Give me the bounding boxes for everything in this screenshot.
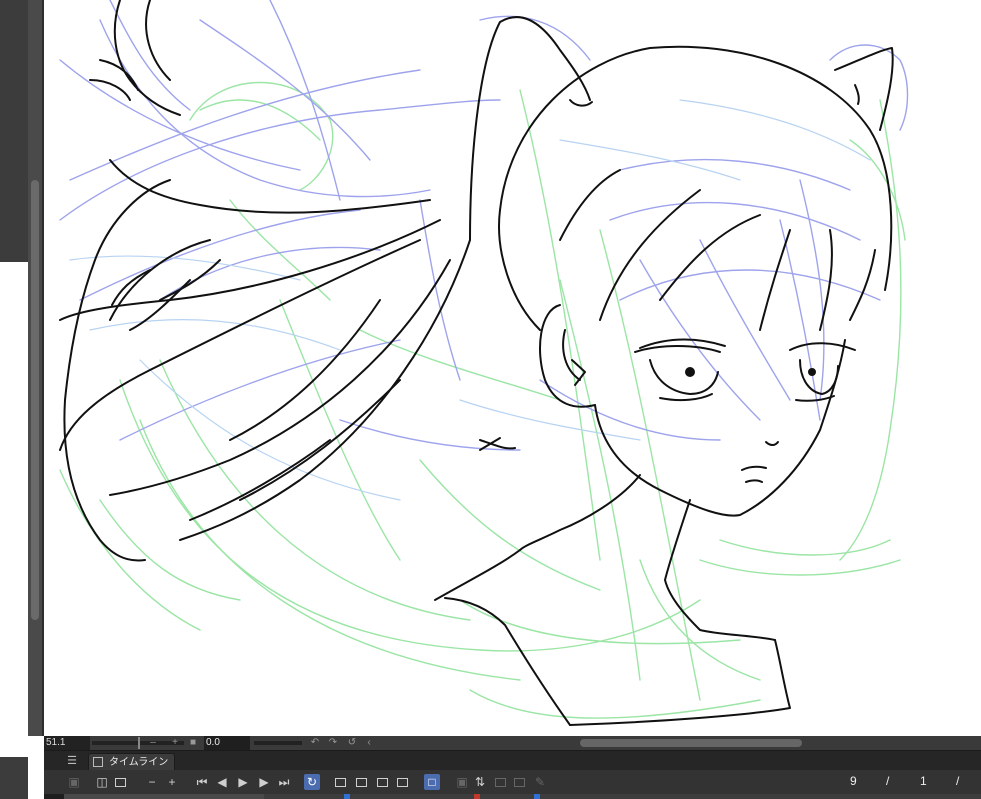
new-animation-folder-icon[interactable] — [112, 774, 128, 790]
light-table-icon[interactable]: ▣ — [454, 774, 470, 790]
play-icon[interactable]: ▶ — [235, 774, 251, 790]
assign-cel-icon[interactable] — [374, 774, 390, 790]
camera-icon[interactable] — [492, 774, 508, 790]
first-frame-icon[interactable]: ⏮ — [194, 774, 210, 790]
artwork — [59, 0, 909, 726]
new-timeline-icon[interactable]: ▣ — [66, 774, 82, 790]
last-frame-icon[interactable]: ⏭ — [276, 774, 292, 790]
ruler-marker — [344, 794, 350, 799]
drawing-canvas[interactable] — [44, 0, 981, 736]
rotate-right-icon[interactable]: ↷ — [327, 736, 339, 750]
playhead-marker[interactable] — [474, 794, 480, 799]
ruler-segment — [264, 794, 981, 799]
tab-timeline[interactable]: タイムライン — [88, 753, 176, 771]
frame-separator: / — [886, 774, 890, 788]
rotation-angle-field[interactable]: 0.0 — [204, 736, 250, 750]
horizontal-scrollbar[interactable] — [380, 736, 981, 750]
new-cel-specify-icon[interactable] — [353, 774, 369, 790]
timeline-panel: ☰ タイムライン ▣ ◫ − + ⏮ ◀ ▶ ▶ ⏭ ↻ □ ▣ ⇅ ✎ 9 /… — [44, 750, 981, 799]
rotate-left-icon[interactable]: ↶ — [309, 736, 321, 750]
left-scrollbar-thumb[interactable] — [31, 180, 39, 620]
left-panel-top — [0, 0, 28, 262]
rotation-slider-track — [254, 741, 302, 745]
blue-sketch-layer — [59, 0, 909, 451]
tab-timeline-label: タイムライン — [109, 757, 169, 768]
pen-icon[interactable]: ✎ — [532, 774, 548, 790]
zoom-in-button[interactable]: + — [170, 736, 180, 750]
timeline-tab-row: ☰ タイムライン — [44, 750, 981, 771]
ruler-segment — [64, 794, 264, 799]
frame-separator: / — [956, 774, 960, 788]
timeline-toolbar: ▣ ◫ − + ⏮ ◀ ▶ ▶ ⏭ ↻ □ ▣ ⇅ ✎ 9 / 1 / — [44, 770, 981, 794]
delete-cel-icon[interactable] — [394, 774, 410, 790]
rotation-slider[interactable] — [254, 736, 302, 750]
fit-view-button[interactable]: ■ — [189, 736, 197, 750]
zoom-in-icon[interactable]: + — [164, 774, 180, 790]
layer-transform-icon[interactable] — [511, 774, 527, 790]
onion-skin-icon[interactable]: □ — [424, 774, 440, 790]
canvas-status-bar: 51.1 – + ■ 0.0 ↶ ↷ ↺ ‹ — [44, 736, 981, 750]
timeline-ruler[interactable] — [44, 794, 981, 799]
zoom-field[interactable]: 51.1 — [44, 736, 90, 750]
next-frame-icon[interactable]: ▶ — [256, 774, 272, 790]
zoom-out-button[interactable]: – — [148, 736, 158, 750]
left-panel-scrollbar[interactable] — [28, 0, 42, 736]
green-sketch-layer — [59, 81, 906, 719]
start-frame-number[interactable]: 1 — [920, 774, 927, 788]
scroll-left-icon[interactable]: ‹ — [364, 736, 374, 750]
transform-icon[interactable]: ⇅ — [472, 774, 488, 790]
loop-playback-icon[interactable]: ↻ — [304, 774, 320, 790]
new-cel-icon[interactable] — [332, 774, 348, 790]
panel-menu-icon[interactable]: ☰ — [64, 754, 80, 768]
zoom-out-icon[interactable]: − — [144, 774, 160, 790]
ruler-marker — [534, 794, 540, 799]
left-panel-bottom — [0, 757, 28, 799]
current-frame-number[interactable]: 9 — [850, 774, 857, 788]
horizontal-scrollbar-thumb[interactable] — [580, 739, 802, 747]
reset-rotation-icon[interactable]: ↺ — [346, 736, 358, 750]
left-panel-strip — [0, 0, 28, 799]
timeline-properties-icon[interactable]: ◫ — [94, 774, 110, 790]
light-blue-sketch-layer — [69, 99, 871, 501]
previous-frame-icon[interactable]: ◀ — [214, 774, 230, 790]
timeline-tab-icon — [93, 757, 103, 767]
zoom-slider-knob[interactable] — [138, 737, 140, 749]
